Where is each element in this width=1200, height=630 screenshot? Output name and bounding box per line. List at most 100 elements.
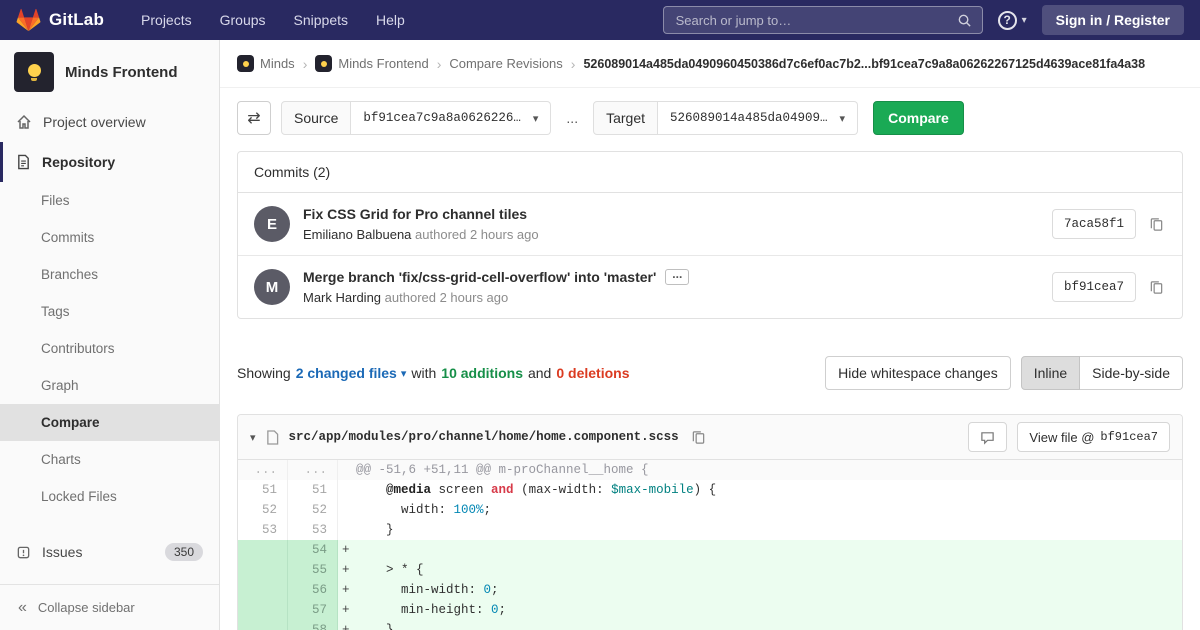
nav-projects[interactable]: Projects [130, 6, 203, 34]
breadcrumb-compare-revisions[interactable]: Compare Revisions [449, 56, 562, 71]
sign-in-register-button[interactable]: Sign in / Register [1041, 5, 1184, 35]
old-line-number[interactable] [238, 560, 288, 580]
code-line: width: 100%; [338, 500, 1182, 520]
group-avatar-icon [237, 55, 254, 72]
code-token: } [356, 623, 394, 630]
commit-author-link[interactable]: Emiliano Balbuena [303, 227, 411, 242]
sidebar-item-compare[interactable]: Compare [0, 404, 219, 441]
copy-sha-button[interactable] [1147, 214, 1166, 234]
new-line-number: ... [288, 460, 338, 480]
code-token: 0 [491, 603, 499, 617]
help-dropdown[interactable]: ? ▾ [997, 10, 1027, 30]
commit-sha-button[interactable]: 7aca58f1 [1051, 209, 1136, 239]
old-line-number[interactable] [238, 540, 288, 560]
new-line-number[interactable]: 56 [288, 580, 338, 600]
project-sidebar: Minds Frontend Project overview Reposito… [0, 40, 220, 630]
sidebar-item-issues[interactable]: Issues 350 [0, 531, 219, 573]
source-ref-value: bf91cea7c9a8a0626226… [363, 111, 521, 125]
diff-line: 54 + [238, 540, 1182, 560]
code-token: ) { [693, 483, 717, 497]
code-token: ; [483, 503, 492, 517]
sidebar-item-tags[interactable]: Tags [0, 293, 219, 330]
commit-title-link[interactable]: Fix CSS Grid for Pro channel tiles [303, 206, 527, 222]
inline-view-button[interactable]: Inline [1020, 356, 1081, 390]
new-line-number[interactable]: 52 [288, 500, 338, 520]
copy-icon [692, 431, 704, 444]
target-ref-dropdown[interactable]: 526089014a485da04909… ▾ [658, 101, 859, 135]
breadcrumb-label: Minds Frontend [338, 56, 429, 71]
home-icon [17, 114, 31, 129]
new-line-number[interactable]: 53 [288, 520, 338, 540]
additions-count: 10 additions [441, 365, 523, 381]
search-input[interactable] [673, 11, 957, 29]
global-search[interactable] [662, 6, 983, 34]
sidebar-item-repository[interactable]: Repository [0, 142, 219, 182]
diff-marker: + [342, 603, 350, 617]
new-line-number[interactable]: 58 [288, 620, 338, 630]
sidebar-item-project-overview[interactable]: Project overview [0, 102, 219, 142]
collapse-diff-icon[interactable]: ▾ [250, 431, 256, 444]
project-name: Minds Frontend [65, 63, 178, 81]
view-file-button[interactable]: View file @ bf91cea7 [1017, 422, 1170, 452]
compare-button[interactable]: Compare [873, 101, 964, 135]
diff-line: 55 + > * { [238, 560, 1182, 580]
expand-commit-description-button[interactable]: ... [665, 268, 690, 285]
old-line-number[interactable] [238, 620, 288, 630]
code-line: + min-height: 0; [338, 600, 1182, 620]
copy-icon [1150, 281, 1163, 294]
breadcrumb-project[interactable]: Minds Frontend [315, 55, 429, 72]
new-line-number[interactable]: 51 [288, 480, 338, 500]
sidebar-item-locked-files[interactable]: Locked Files [0, 478, 219, 515]
old-line-number[interactable]: 52 [238, 500, 288, 520]
collapse-sidebar-button[interactable]: « Collapse sidebar [0, 584, 219, 630]
swap-revisions-button[interactable]: ⇄ [237, 101, 271, 135]
chevron-right-icon: › [570, 55, 576, 72]
code-token: (max-width: [513, 483, 612, 497]
old-line-number[interactable]: 53 [238, 520, 288, 540]
changed-files-dropdown[interactable]: 2 changed files ▾ [296, 365, 407, 381]
sidebar-item-graph[interactable]: Graph [0, 367, 219, 404]
diff-line: 58 + } [238, 620, 1182, 630]
sidebar-item-branches[interactable]: Branches [0, 256, 219, 293]
old-line-number[interactable] [238, 600, 288, 620]
source-ref-dropdown[interactable]: bf91cea7c9a8a0626226… ▾ [351, 101, 552, 135]
showing-text: Showing [237, 365, 291, 381]
code-token: width: [356, 503, 454, 517]
chevron-right-icon: › [302, 55, 308, 72]
sidebar-item-contributors[interactable]: Contributors [0, 330, 219, 367]
hide-whitespace-button[interactable]: Hide whitespace changes [825, 356, 1011, 390]
sidebar-item-commits[interactable]: Commits [0, 219, 219, 256]
commit-title-link[interactable]: Merge branch 'fix/css-grid-cell-overflow… [303, 269, 656, 285]
gitlab-logo[interactable]: GitLab [16, 8, 104, 32]
code-token: } [356, 523, 394, 537]
nav-snippets[interactable]: Snippets [283, 6, 359, 34]
diff-marker: + [342, 563, 350, 577]
issues-icon [17, 546, 30, 558]
deletions-count: 0 deletions [556, 365, 630, 381]
search-icon [958, 14, 971, 27]
new-line-number[interactable]: 54 [288, 540, 338, 560]
sidebar-item-files[interactable]: Files [0, 182, 219, 219]
toggle-comments-button[interactable] [968, 422, 1008, 452]
top-navbar: GitLab Projects Groups Snippets Help ? ▾… [0, 0, 1200, 40]
new-line-number[interactable]: 55 [288, 560, 338, 580]
nav-groups[interactable]: Groups [209, 6, 277, 34]
nav-help[interactable]: Help [365, 6, 416, 34]
diff-marker [342, 460, 356, 480]
commit-authored-time: authored 2 hours ago [415, 227, 539, 242]
side-by-side-view-button[interactable]: Side-by-side [1080, 356, 1183, 390]
new-line-number[interactable]: 57 [288, 600, 338, 620]
sidebar-project-header[interactable]: Minds Frontend [0, 40, 219, 102]
copy-file-path-button[interactable] [689, 427, 708, 447]
copy-sha-button[interactable] [1147, 277, 1166, 297]
code-token: min-width: [356, 583, 484, 597]
commit-sha-button[interactable]: bf91cea7 [1051, 272, 1136, 302]
sidebar-item-charts[interactable]: Charts [0, 441, 219, 478]
file-icon [266, 429, 278, 445]
breadcrumb-current-sha-range: 526089014a485da0490960450386d7c6ef0ac7b2… [583, 56, 1146, 71]
source-label: Source [281, 101, 352, 135]
old-line-number[interactable] [238, 580, 288, 600]
old-line-number[interactable]: 51 [238, 480, 288, 500]
commit-author-link[interactable]: Mark Harding [303, 290, 381, 305]
breadcrumb-group[interactable]: Minds [237, 55, 295, 72]
